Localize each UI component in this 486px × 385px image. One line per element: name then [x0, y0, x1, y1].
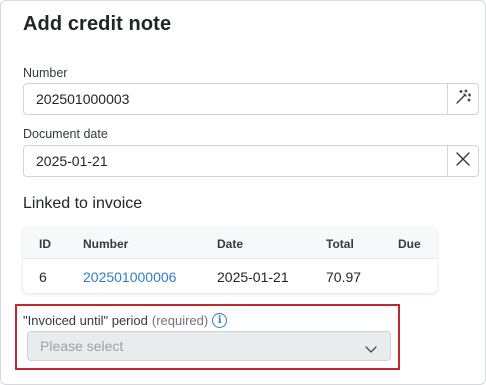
column-header-date: Date: [217, 237, 244, 251]
document-date-value: 2025-01-21: [36, 153, 108, 169]
document-date-label: Document date: [23, 127, 108, 141]
column-header-total: Total: [326, 237, 354, 251]
close-icon: [455, 151, 471, 172]
chevron-down-icon: [364, 341, 378, 357]
invoiced-until-label: "Invoiced until" period (required) i: [23, 313, 228, 328]
invoiced-until-label-text: "Invoiced until" period: [23, 313, 148, 328]
cell-date: 2025-01-21: [217, 269, 289, 285]
required-indicator: (required): [151, 313, 209, 328]
info-icon[interactable]: i: [212, 313, 228, 328]
cell-id: 6: [39, 269, 47, 285]
dialog-title: Add credit note: [23, 13, 172, 35]
number-label: Number: [23, 66, 68, 80]
column-header-id: ID: [39, 237, 51, 251]
column-header-number: Number: [83, 237, 129, 251]
number-input-value: 202501000003: [36, 91, 130, 107]
generate-number-button[interactable]: [447, 83, 479, 115]
select-placeholder: Please select: [40, 338, 124, 354]
column-header-due: Due: [398, 237, 421, 251]
document-date-input[interactable]: 2025-01-21: [23, 145, 447, 177]
table-header: ID Number Date Total Due: [23, 227, 437, 259]
linked-invoice-table: ID Number Date Total Due 6 202501000006 …: [23, 227, 437, 293]
invoiced-until-select[interactable]: Please select: [27, 331, 391, 361]
magic-wand-icon: [454, 88, 472, 111]
number-input[interactable]: 202501000003: [23, 83, 447, 115]
add-credit-note-dialog: Add credit note Number 202501000003 Docu…: [0, 0, 486, 385]
linked-invoice-title: Linked to invoice: [23, 195, 143, 212]
invoice-number-link[interactable]: 202501000006: [83, 269, 176, 285]
clear-date-button[interactable]: [447, 145, 479, 177]
invoiced-until-highlight: "Invoiced until" period (required) i Ple…: [15, 304, 400, 370]
cell-total: 70.97: [326, 269, 362, 285]
